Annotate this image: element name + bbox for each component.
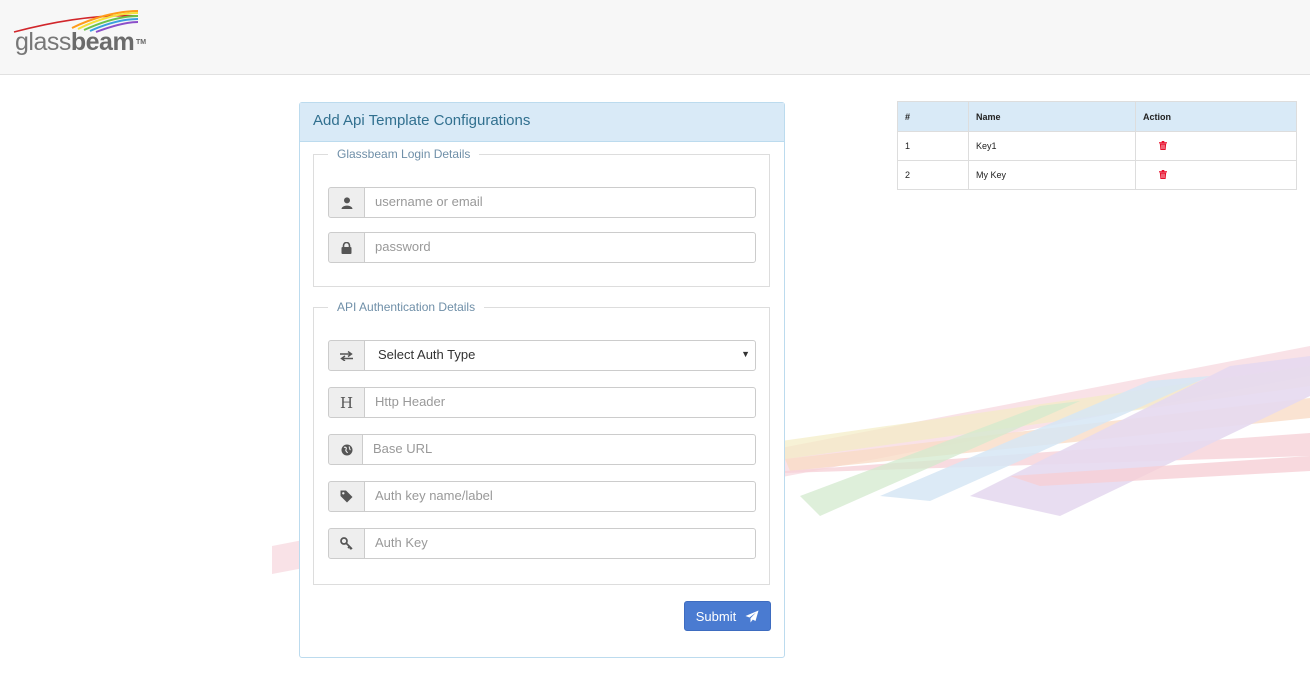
row-name: My Key (968, 160, 1136, 190)
http-header-input[interactable]: Http Header (364, 387, 756, 418)
auth-key-input[interactable]: Auth Key (364, 528, 756, 559)
auth-key-name-row: Auth key name/label (328, 481, 756, 512)
password-input[interactable]: password (364, 232, 756, 263)
row-name: Key1 (968, 131, 1136, 161)
logo-text-bold: beam (70, 28, 135, 56)
exchange-arrows-icon (328, 340, 365, 371)
submit-button[interactable]: Submit (684, 601, 771, 631)
column-header-index: # (897, 101, 969, 132)
glassbeam-login-fieldset: Glassbeam Login Details username or emai… (313, 147, 770, 287)
auth-type-row: Select Auth Type ▼ (328, 340, 756, 371)
api-template-form-panel: Add Api Template Configurations Glassbea… (299, 102, 785, 658)
row-action-cell (1135, 131, 1297, 161)
table-row: 2 My Key (897, 160, 1297, 190)
globe-icon (328, 434, 365, 465)
http-header-row: H Http Header (328, 387, 756, 418)
top-bar: glassbeam TM (0, 0, 1310, 75)
chevron-down-icon: ▼ (741, 349, 750, 359)
row-action-cell (1135, 160, 1297, 190)
tag-icon (328, 481, 365, 512)
table-header-row: # Name Action (897, 101, 1297, 132)
username-input[interactable]: username or email (364, 187, 756, 218)
password-row: password (328, 232, 756, 263)
api-authentication-fieldset: API Authentication Details Select Auth T… (313, 300, 770, 585)
column-header-name: Name (968, 101, 1136, 132)
user-icon (328, 187, 365, 218)
row-index: 1 (897, 131, 969, 161)
submit-button-label: Submit (695, 608, 737, 624)
table-row: 1 Key1 (897, 131, 1297, 161)
base-url-input[interactable]: Base URL (362, 434, 756, 465)
logo-trademark: TM (136, 39, 147, 46)
form-title: Add Api Template Configurations (300, 103, 784, 142)
auth-key-row: Auth Key (328, 528, 756, 559)
row-index: 2 (897, 160, 969, 190)
trash-icon[interactable] (1159, 140, 1167, 152)
auth-type-select[interactable]: Select Auth Type ▼ (364, 340, 756, 371)
glassbeam-logo[interactable]: glassbeam TM (12, 8, 147, 64)
auth-type-selected-value: Select Auth Type (378, 347, 476, 362)
username-row: username or email (328, 187, 756, 218)
column-header-action: Action (1135, 101, 1297, 132)
auth-key-name-input[interactable]: Auth key name/label (364, 481, 756, 512)
key-icon (328, 528, 365, 559)
lock-icon (328, 232, 365, 263)
api-section-legend: API Authentication Details (337, 300, 476, 314)
login-section-legend: Glassbeam Login Details (337, 147, 471, 161)
paper-plane-icon (745, 610, 759, 622)
header-h-icon: H (328, 387, 365, 418)
auth-keys-table: # Name Action 1 Key1 2 My Key (897, 101, 1297, 190)
base-url-row: Base URL (328, 434, 756, 465)
trash-icon[interactable] (1159, 169, 1167, 181)
logo-text-light: glass (15, 28, 71, 56)
